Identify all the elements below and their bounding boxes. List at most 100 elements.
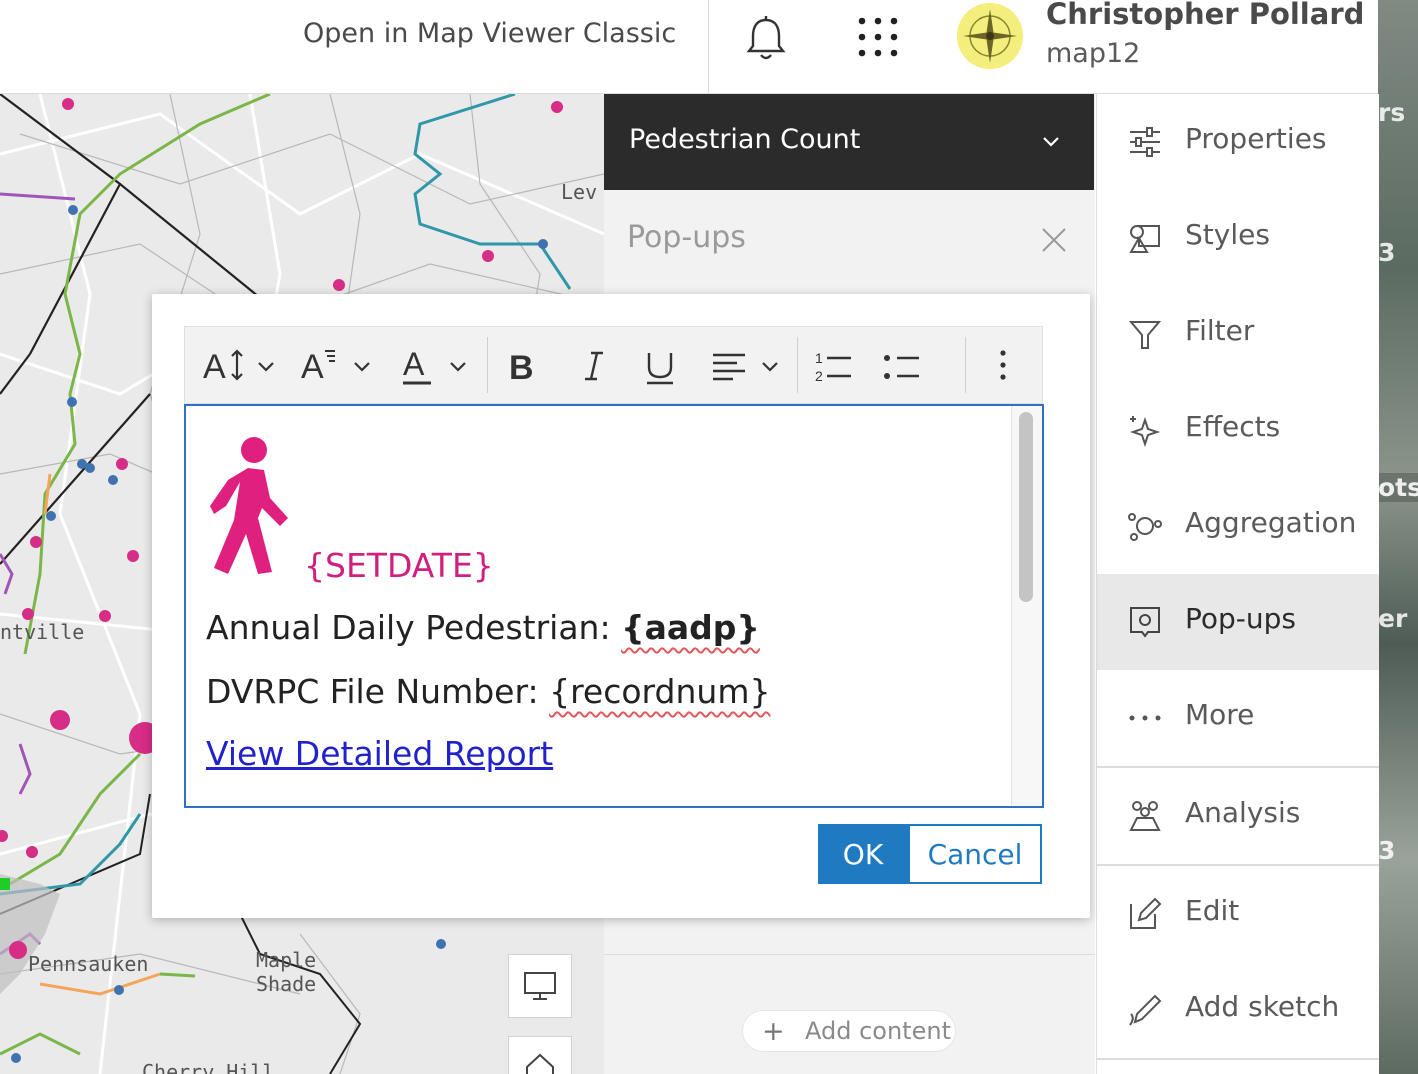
italic-button[interactable] [579,341,609,389]
view-detailed-report-link[interactable]: View Detailed Report [206,734,553,773]
alignment-dropdown[interactable] [709,341,785,389]
scrollbar-thumb[interactable] [1019,412,1033,602]
ok-label: OK [842,838,884,871]
map-label: Pennsauken [28,952,149,976]
bulleted-list-button[interactable] [881,341,921,389]
add-sketch-button[interactable]: Add sketch [1097,962,1379,1058]
home-icon [526,1053,554,1074]
numbered-list-button[interactable]: 12 [813,341,853,389]
chevron-down-icon[interactable] [1040,130,1062,156]
font-size-icon: A [203,348,274,386]
svg-text:B: B [509,349,534,387]
cancel-button[interactable]: Cancel [908,824,1042,884]
svg-text:1: 1 [815,350,823,366]
map-label: Shade [256,972,317,996]
close-icon[interactable] [1040,226,1068,258]
app-launcher-icon[interactable] [856,15,900,63]
more-button[interactable]: More [1097,670,1379,766]
cancel-label: Cancel [927,838,1023,871]
edit-icon [1130,897,1162,929]
layer-selector[interactable]: Pedestrian Count [604,94,1094,190]
bold-button[interactable]: B [507,341,543,389]
rich-text-toolbar: A A A B 12 [184,326,1043,404]
popups-button[interactable]: Pop-ups [1097,574,1379,670]
styles-button[interactable]: Styles [1097,190,1379,286]
properties-label: Properties [1185,122,1327,155]
font-color-icon: A [403,346,466,385]
add-sketch-icon [1129,994,1162,1026]
font-style-icon: A [301,348,370,386]
font-style-dropdown[interactable]: A [301,341,377,389]
top-bar: Open in Map Viewer Classic Christopher P… [0,0,1378,94]
toolbar-separator [965,337,966,393]
annual-daily-pedestrian-line: Annual Daily Pedestrian: {aadp} [206,608,760,647]
more-label: More [1185,698,1255,731]
analysis-icon [1129,801,1161,831]
ok-button[interactable]: OK [818,824,908,884]
user-id: map12 [1046,38,1141,69]
divider [1097,1058,1379,1060]
setdate-field: {SETDATE} [304,546,494,585]
svg-text:A: A [403,346,425,382]
monitor-icon [524,972,556,1000]
layer-title: Pedestrian Count [629,124,861,155]
background-text: er [1378,604,1408,633]
more-options-button[interactable] [993,341,1013,389]
font-size-dropdown[interactable]: A [203,341,279,389]
bell-icon[interactable] [744,14,788,66]
properties-button[interactable]: Properties [1097,94,1379,190]
add-sketch-label: Add sketch [1185,990,1340,1023]
effects-button[interactable]: Effects [1097,382,1379,478]
user-name[interactable]: Christopher Pollard [1046,0,1364,31]
recordnum-field: {recordnum} [549,672,771,711]
editor-scrollbar[interactable] [1011,406,1042,806]
aggregation-icon [1128,513,1162,541]
effects-icon [1129,416,1161,448]
add-content-button[interactable]: + Add content [742,1010,956,1052]
svg-text:A: A [301,348,324,386]
svg-text:2: 2 [815,368,823,384]
aadp-field: {aadp} [621,608,760,647]
italic-icon [585,351,603,381]
pedestrian-icon [206,436,296,580]
underline-button[interactable] [643,341,677,389]
panel-section-title: Pop-ups [627,220,746,255]
more-icon [1129,715,1161,721]
popup-text-editor-dialog: A A A B 12 {SETDATE} Annual Daily Pedest… [152,294,1090,918]
filter-icon [1128,321,1162,349]
field-label: DVRPC File Number: [206,672,550,711]
aggregation-label: Aggregation [1185,506,1357,539]
background-text: rs [1378,98,1406,127]
styles-label: Styles [1185,218,1270,251]
present-button[interactable] [508,954,572,1018]
map-label: ntville [0,620,85,644]
avatar[interactable] [957,3,1023,69]
open-map-viewer-classic-link[interactable]: Open in Map Viewer Classic [303,18,676,49]
analysis-button[interactable]: Analysis [1097,768,1379,864]
bold-icon: B [509,349,534,387]
more-vertical-icon [1000,350,1006,380]
popups-icon [1130,607,1160,638]
align-left-icon [713,353,778,381]
plus-icon: + [762,1016,785,1047]
styles-icon [1129,225,1160,253]
filter-label: Filter [1185,314,1255,347]
background-text: 3 [1378,238,1396,267]
edit-label: Edit [1185,894,1240,927]
toolbar-separator [487,337,488,393]
aggregation-button[interactable]: Aggregation [1097,478,1379,574]
field-label: Annual Daily Pedestrian: [206,608,622,647]
home-button[interactable] [508,1036,572,1074]
edit-button[interactable]: Edit [1097,866,1379,962]
dvrpc-file-number-line: DVRPC File Number: {recordnum} [206,672,770,711]
background-text: 3 [1378,836,1396,865]
rich-text-editor[interactable]: {SETDATE} Annual Daily Pedestrian: {aadp… [184,404,1044,808]
numbered-list-icon: 12 [815,350,851,384]
popups-label: Pop-ups [1185,602,1297,635]
bulleted-list-icon [884,355,919,379]
map-label: Cherry Hill [142,1060,275,1074]
font-color-dropdown[interactable]: A [401,341,473,389]
svg-text:A: A [203,348,226,386]
analysis-label: Analysis [1185,796,1301,829]
filter-button[interactable]: Filter [1097,286,1379,382]
